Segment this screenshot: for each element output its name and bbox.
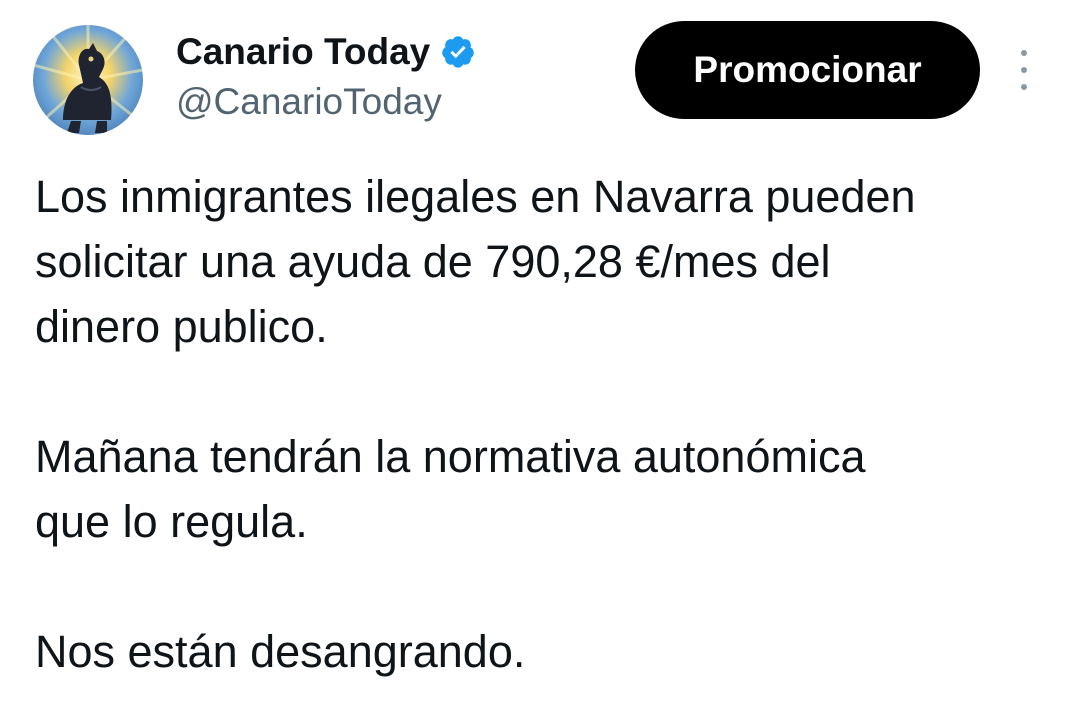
promote-button[interactable]: Promocionar	[635, 21, 980, 119]
author-handle[interactable]: @CanarioToday	[176, 80, 442, 124]
more-dot	[1021, 50, 1027, 56]
verified-badge-icon	[442, 36, 474, 68]
author-name-row: Canario Today	[176, 30, 476, 74]
tweet-paragraph: Mañana tendrán la normativa autonómica q…	[35, 431, 866, 547]
avatar[interactable]	[33, 25, 143, 135]
dog-avatar-icon	[33, 25, 143, 133]
tweet-text: Los inmigrantes ilegales en Navarra pued…	[35, 164, 1065, 684]
more-vertical-icon[interactable]	[1012, 50, 1036, 90]
display-name[interactable]: Canario Today	[176, 30, 430, 74]
more-dot	[1021, 67, 1027, 73]
tweet-paragraph: Los inmigrantes ilegales en Navarra pued…	[35, 171, 916, 352]
tweet-paragraph: Nos están desangrando.	[35, 626, 526, 677]
more-dot	[1021, 84, 1027, 90]
